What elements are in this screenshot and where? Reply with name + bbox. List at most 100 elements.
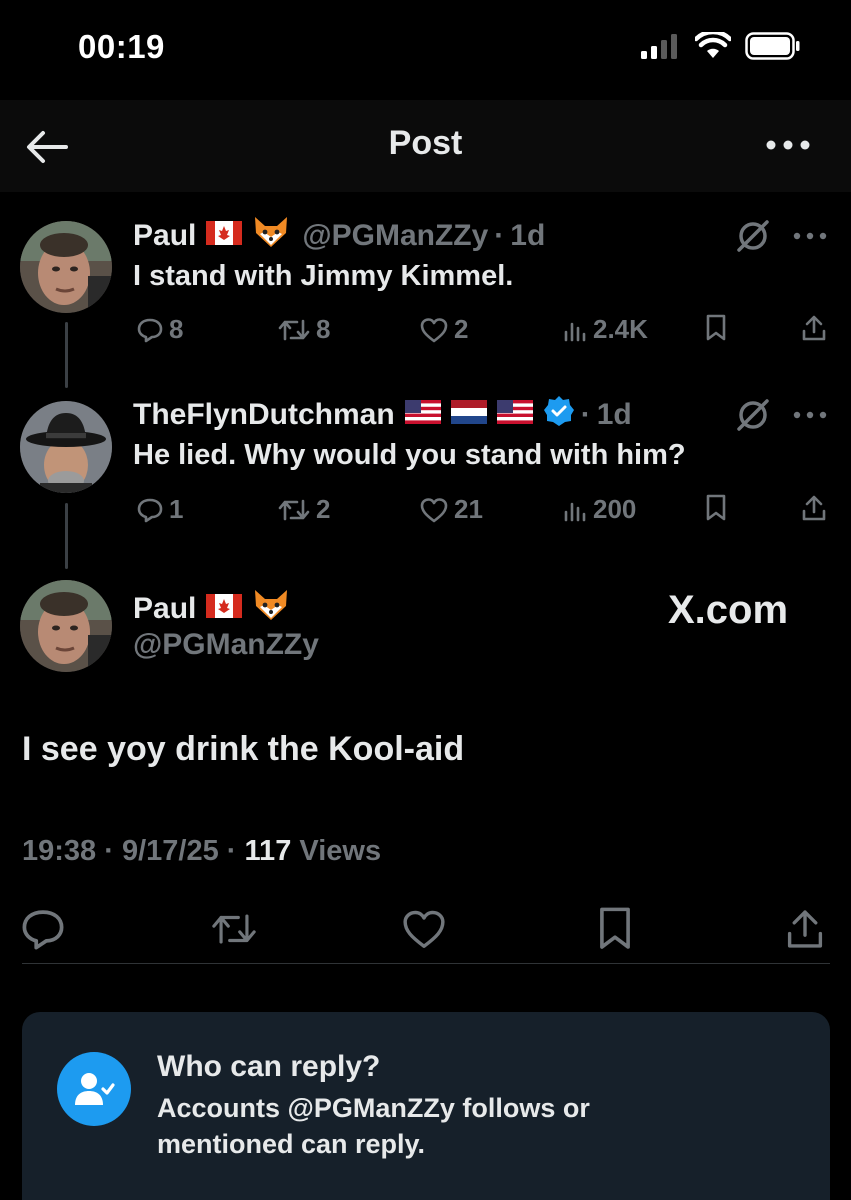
post-time[interactable]: 1d [510, 219, 545, 253]
thread-connector [65, 503, 68, 569]
views-count: 2.4K [593, 314, 648, 344]
repost-icon [278, 319, 310, 340]
share-icon [802, 315, 826, 341]
battery-icon [745, 32, 800, 60]
main-post-actions [0, 900, 851, 960]
bookmark-icon [706, 494, 726, 521]
share-button[interactable] [801, 314, 827, 342]
avatar-photo [20, 221, 112, 313]
share-button[interactable] [782, 906, 828, 952]
avatar-paul[interactable] [20, 221, 112, 313]
nav-bar: Post [0, 100, 851, 192]
status-icons [641, 32, 801, 60]
separator-dot: · [104, 835, 114, 867]
avatar-photo [20, 401, 112, 493]
verified-badge-icon [543, 395, 575, 435]
like-count: 2 [454, 314, 469, 344]
share-icon [802, 495, 826, 521]
views-label: Views [299, 835, 382, 867]
reply-restriction-card: Who can reply? Accounts @PGManZZy follow… [22, 1012, 830, 1200]
fox-emoji-icon [252, 588, 290, 630]
analytics-icon [564, 502, 586, 521]
post-time[interactable]: 19:38 [22, 835, 96, 867]
fox-emoji-icon [252, 215, 290, 257]
wifi-icon [695, 32, 731, 58]
reply-button[interactable]: 8 [137, 314, 183, 345]
tweet-text: He lied. Why would you stand with him? [133, 439, 686, 471]
bookmark-button[interactable] [592, 906, 638, 952]
avatar-photo [20, 580, 112, 672]
author-name[interactable]: Paul [133, 592, 196, 626]
bookmark-icon [600, 907, 630, 949]
avatar-paul[interactable] [20, 580, 112, 672]
main-author-row: Paul [133, 588, 290, 630]
like-button[interactable]: 2 [420, 314, 468, 345]
xcom-watermark: X.com [668, 588, 789, 632]
author-handle[interactable]: @PGManZZy [302, 219, 488, 253]
post-meta: 19:38 · 9/17/25 · 117 Views [22, 835, 381, 868]
reply-icon [137, 498, 163, 522]
like-button[interactable]: 21 [420, 494, 483, 525]
like-button[interactable] [401, 906, 447, 952]
reply-button[interactable]: 1 [137, 494, 183, 525]
repost-icon [212, 914, 256, 944]
bookmark-button[interactable] [705, 314, 727, 342]
reply-count: 1 [169, 494, 184, 524]
tweet-header: Paul @PGManZZy · 1d [133, 215, 545, 257]
share-icon [787, 910, 823, 948]
repost-count: 2 [316, 494, 331, 524]
netherlands-flag-icon [450, 398, 487, 432]
repost-button[interactable]: 2 [278, 494, 330, 525]
tweet-actions: 1 2 21 200 [133, 494, 833, 534]
reply-icon [22, 910, 64, 950]
usa-flag-icon [496, 398, 533, 432]
heart-icon [420, 317, 448, 342]
heart-icon [403, 910, 445, 949]
repost-button[interactable] [211, 906, 257, 952]
reply-restriction-body: Accounts @PGManZZy follows or mentioned … [157, 1093, 590, 1159]
main-post-text: I see yoy drink the Kool-aid [22, 730, 465, 768]
share-button[interactable] [801, 494, 827, 522]
canada-flag-icon [206, 219, 243, 253]
reply-restriction-title: Who can reply? [157, 1050, 381, 1083]
more-button[interactable] [763, 128, 813, 162]
canada-flag-icon [206, 592, 243, 626]
views-count: 200 [593, 494, 637, 524]
bookmark-button[interactable] [705, 494, 727, 522]
like-count: 21 [454, 494, 483, 524]
author-name[interactable]: TheFlynDutchman [133, 398, 395, 432]
user-check-icon [57, 1052, 131, 1126]
repost-count: 8 [316, 314, 331, 344]
usa-flag-icon [404, 398, 441, 432]
grok-icon[interactable] [735, 218, 771, 254]
views-button[interactable]: 2.4K [563, 314, 648, 345]
cellular-signal-icon [641, 34, 677, 59]
separator-dot: · [494, 219, 505, 252]
post-time[interactable]: 1d [597, 398, 632, 432]
more-options-icon[interactable] [792, 226, 828, 246]
reply-button[interactable] [20, 906, 66, 952]
analytics-icon [564, 322, 586, 341]
grok-icon[interactable] [735, 397, 771, 433]
tweet-actions: 8 8 2 2.4K [133, 314, 833, 354]
divider [22, 963, 830, 964]
bookmark-icon [706, 314, 726, 341]
heart-icon [420, 497, 448, 522]
avatar-theflyndutchman[interactable] [20, 401, 112, 493]
author-name[interactable]: Paul [133, 219, 196, 253]
thread-connector [65, 322, 68, 388]
status-time: 00:19 [78, 28, 165, 65]
separator-dot: · [580, 398, 591, 431]
reply-icon [137, 318, 163, 342]
post-date[interactable]: 9/17/25 [122, 835, 219, 867]
more-options-icon[interactable] [792, 405, 828, 425]
views-count: 117 [244, 835, 292, 867]
separator-dot: · [226, 835, 237, 867]
tweet-header: TheFlynDutchman · 1d [133, 395, 632, 435]
views-button[interactable]: 200 [563, 494, 636, 525]
page-title: Post [388, 124, 463, 162]
repost-button[interactable]: 8 [278, 314, 330, 345]
author-handle[interactable]: @PGManZZy [133, 628, 319, 662]
reply-count: 8 [169, 314, 184, 344]
ellipsis-icon [766, 140, 810, 150]
